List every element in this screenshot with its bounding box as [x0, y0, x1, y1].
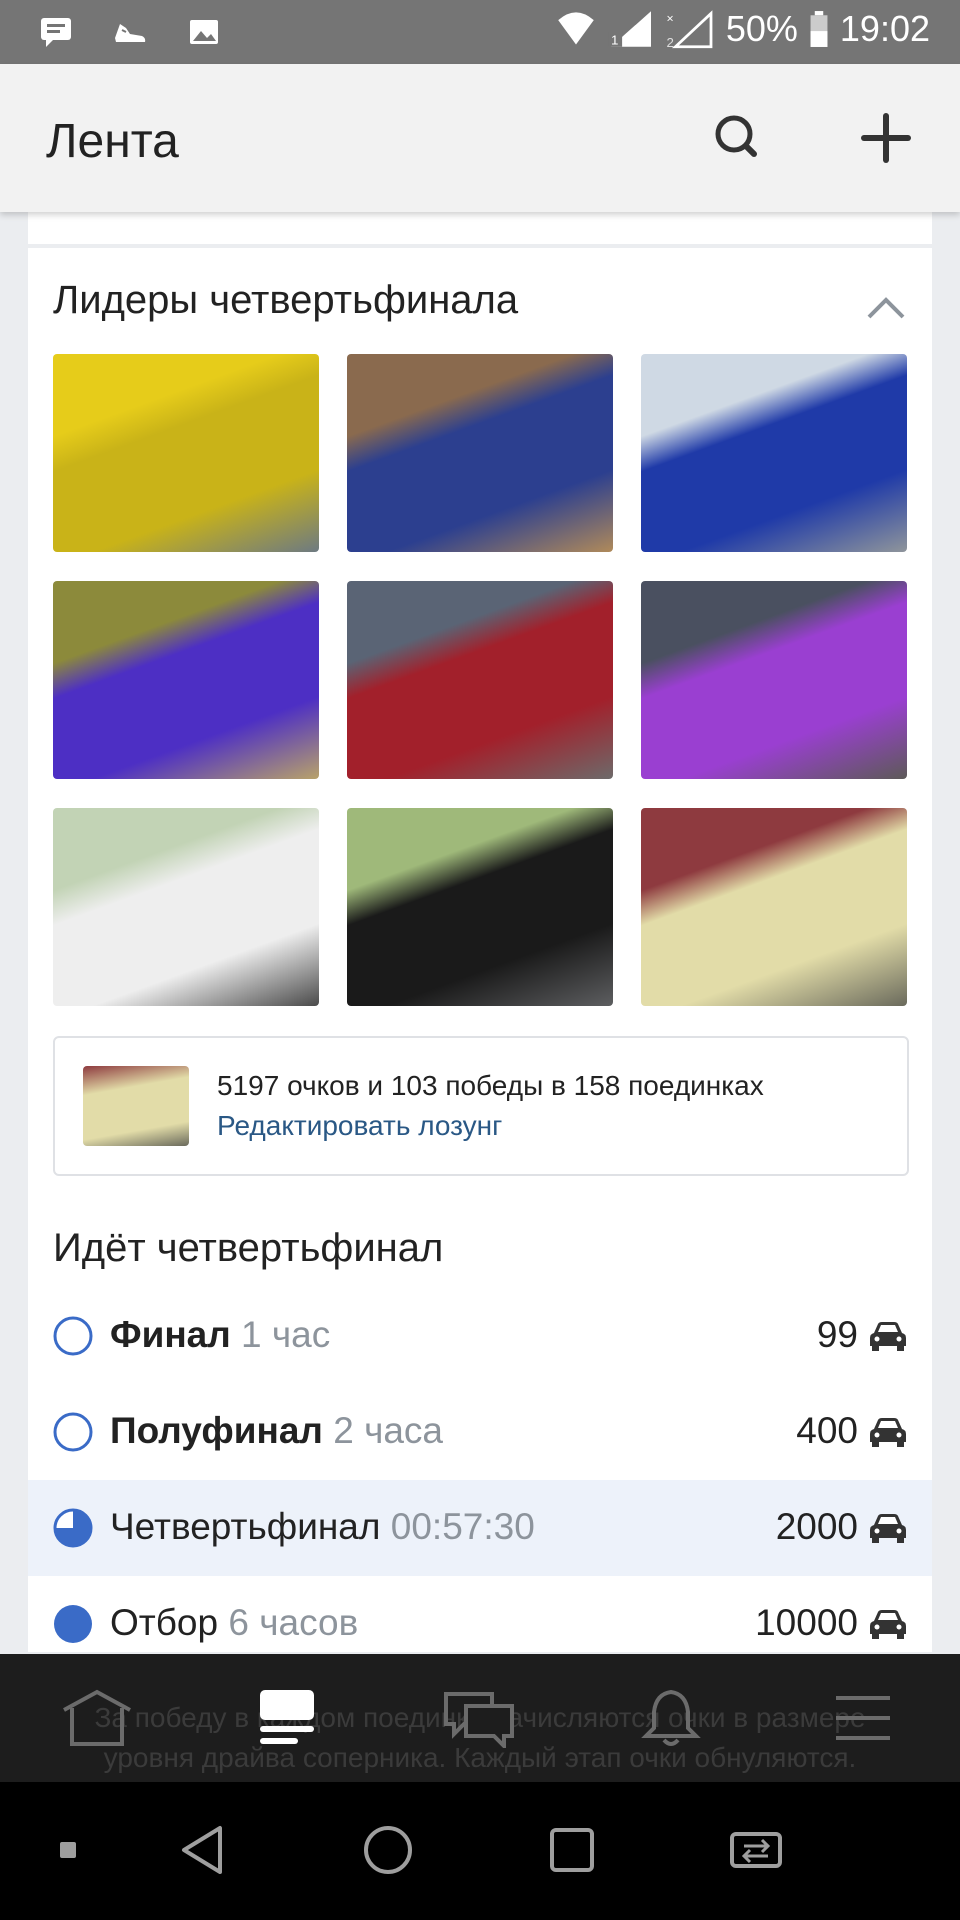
messages-icon[interactable]	[442, 1688, 516, 1748]
stage-row-final[interactable]: Финал 1 час 99	[28, 1288, 932, 1384]
clock: 19:02	[839, 8, 930, 49]
photo-red-subaru[interactable]	[347, 581, 613, 779]
stats-summary: 5197 очков и 103 победы в 158 поединках	[217, 1070, 764, 1101]
leaders-title: Лидеры четвертьфинала	[53, 278, 519, 322]
stage-time: 1 час	[241, 1314, 331, 1355]
search-icon[interactable]	[706, 106, 770, 170]
car-icon	[870, 1418, 906, 1447]
signal-sim1-icon: 1	[608, 11, 651, 48]
status-bar: 1 2 × 50% 19:02	[0, 0, 960, 64]
stage-row-semifinal[interactable]: Полуфинал 2 часа 400	[28, 1384, 932, 1480]
notifications-icon[interactable]	[634, 1688, 708, 1748]
battery-icon	[810, 11, 828, 47]
home-circle-icon[interactable]	[358, 1820, 418, 1880]
stage-row-quarterfinal[interactable]: Четвертьфинал 00:57:30 2000	[28, 1480, 932, 1576]
photo-blue-coupe[interactable]	[641, 354, 907, 552]
feed-content[interactable]: Лидеры четвертьфинала 5197 очков и 103 п…	[28, 212, 932, 1652]
recents-dot-icon[interactable]	[46, 1820, 90, 1880]
photo-purple-skyline[interactable]	[53, 581, 319, 779]
system-nav-bar	[0, 1782, 960, 1920]
chevron-up-icon[interactable]	[866, 296, 906, 320]
message-icon	[41, 18, 71, 47]
car-icon	[870, 1514, 906, 1543]
stage-points: 99	[816, 1314, 858, 1355]
photo-drift-car[interactable]	[347, 808, 613, 1006]
stage-pending-icon	[53, 1412, 93, 1452]
app-header: Лента	[0, 64, 960, 212]
back-icon[interactable]	[174, 1820, 234, 1880]
edit-slogan-link[interactable]: Редактировать лозунг	[217, 1110, 502, 1142]
stage-pending-icon	[53, 1316, 93, 1356]
stage-name: Полуфинал	[110, 1410, 323, 1451]
stats-car-thumbnail[interactable]	[83, 1066, 189, 1146]
signal-sim2-icon: 2 ×	[666, 10, 713, 49]
menu-icon[interactable]	[826, 1688, 900, 1748]
switch-sim-icon[interactable]	[726, 1820, 786, 1880]
stage-points: 2000	[775, 1506, 858, 1547]
stats-box: 5197 очков и 103 победы в 158 поединках …	[53, 1036, 909, 1176]
wifi-icon	[558, 12, 594, 45]
stage-time: 2 часа	[333, 1410, 444, 1451]
svg-text:×: ×	[666, 11, 673, 25]
stage-progress-icon	[53, 1508, 93, 1548]
stage-name: Финал	[110, 1314, 231, 1355]
home-icon[interactable]	[60, 1688, 134, 1748]
image-icon	[190, 20, 218, 44]
battery-percent: 50%	[725, 8, 798, 49]
stage-name: Четвертьфинал	[110, 1506, 381, 1547]
previous-card-bottom	[28, 212, 932, 244]
overview-icon[interactable]	[542, 1820, 602, 1880]
page-title: Лента	[46, 115, 179, 168]
stage-row-qualifying[interactable]: Отбор 6 часов 10000	[28, 1576, 932, 1652]
stage-time: 00:57:30	[390, 1506, 535, 1547]
svg-text:1: 1	[611, 33, 618, 48]
bottom-tab-bar: За победу в каждом поединке начисляются …	[0, 1654, 960, 1782]
stage-name: Отбор	[110, 1602, 219, 1643]
car-icon	[870, 1322, 906, 1351]
stage-points: 400	[796, 1410, 858, 1451]
feed-icon[interactable]	[250, 1688, 324, 1748]
photo-white-toyota[interactable]	[53, 808, 319, 1006]
photo-beige-moskvich[interactable]	[641, 808, 907, 1006]
svg-text:2: 2	[666, 35, 673, 49]
photo-purple-volga[interactable]	[641, 581, 907, 779]
photo-blue-bmw[interactable]	[347, 354, 613, 552]
car-icon	[870, 1610, 906, 1639]
photo-yellow-car[interactable]	[53, 354, 319, 552]
stages-card: Идёт четвертьфинал Финал 1 час 99 Полуфи…	[28, 1204, 932, 1652]
stage-done-icon	[54, 1605, 92, 1643]
stages-title: Идёт четвертьфинал	[53, 1226, 444, 1270]
plus-icon[interactable]	[854, 106, 918, 170]
stage-time: 6 часов	[228, 1602, 359, 1643]
sneaker-icon	[115, 24, 146, 42]
stage-points: 10000	[755, 1602, 858, 1643]
